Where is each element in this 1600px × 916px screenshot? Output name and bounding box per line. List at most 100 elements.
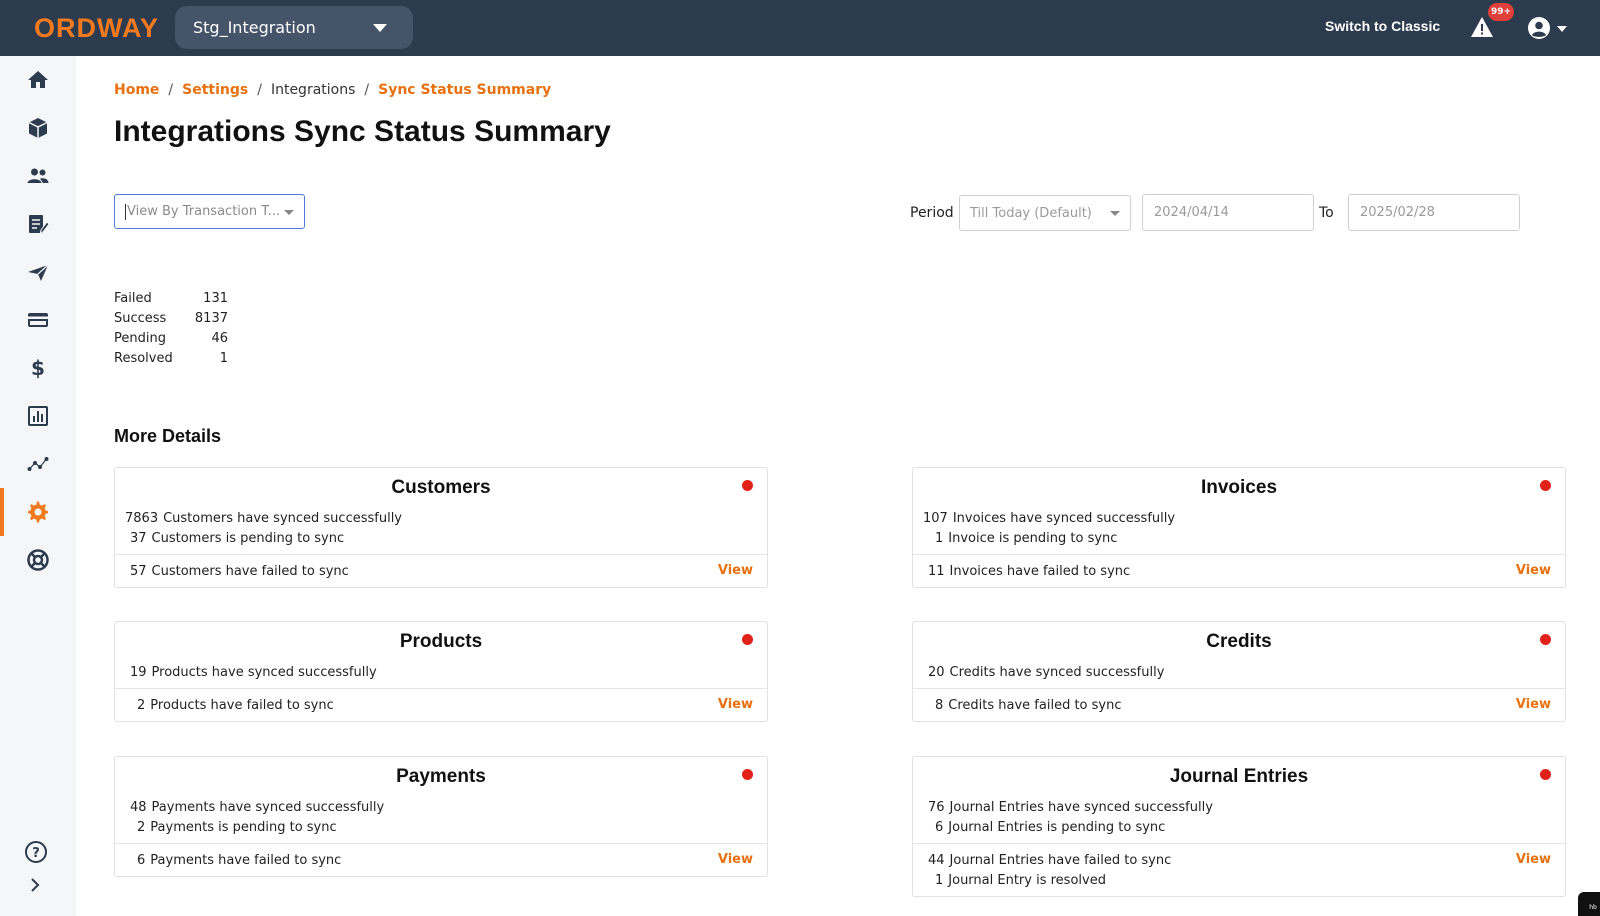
card-title: Payments [396, 766, 486, 787]
to-date-input[interactable] [1348, 194, 1520, 231]
breadcrumb: Home / Settings / Integrations / Sync St… [114, 82, 552, 98]
status-dot-icon [742, 480, 753, 491]
credit-card-icon [28, 313, 48, 327]
status-dot-icon [1540, 480, 1551, 491]
failed-row: 2 Products have failed to sync View [115, 688, 767, 721]
sidebar-item-home[interactable] [0, 56, 76, 104]
sidebar-item-customers[interactable] [0, 152, 76, 200]
card-title: Credits [1206, 631, 1272, 652]
card-customers: Customers 7863 Customers have synced succ… [114, 467, 768, 588]
view-credits-link[interactable]: View [1516, 697, 1551, 712]
chevron-down-icon [284, 210, 294, 215]
pending-line: 6 Journal Entries is pending to sync [935, 819, 1166, 835]
status-dot-icon [742, 634, 753, 645]
text-cursor [125, 203, 126, 220]
synced-line: 76 Journal Entries have synced successful… [928, 799, 1213, 815]
people-icon [27, 168, 49, 183]
breadcrumb-integrations: Integrations [270, 82, 356, 98]
view-payments-link[interactable]: View [718, 852, 753, 867]
card-title: Journal Entries [1169, 766, 1309, 787]
synced-line: 20 Credits have synced successfully [928, 664, 1165, 680]
failed-row: 6 Payments have failed to sync View [115, 843, 767, 876]
status-dot-icon [742, 769, 753, 780]
top-bar: ORDWAY Stg_Integration Switch to Classic… [0, 0, 1600, 56]
card-payments: Payments 48 Payments have synced successf… [114, 756, 768, 877]
stat-row-success: Success 8137 [114, 310, 228, 326]
page-title: Integrations Sync Status Summary [114, 115, 611, 148]
stat-row-resolved: Resolved 1 [114, 350, 228, 366]
from-date-input[interactable] [1142, 194, 1314, 231]
notification-badge: 99+ [1488, 3, 1515, 21]
failed-row: 57 Customers have failed to sync View [115, 554, 767, 587]
card-credits: Credits 20 Credits have synced successful… [912, 621, 1566, 722]
lifebuoy-icon [27, 549, 49, 571]
user-menu-chevron-icon[interactable] [1557, 26, 1567, 32]
sidebar-item-send[interactable] [0, 248, 76, 296]
view-invoices-link[interactable]: View [1516, 563, 1551, 578]
card-title: Customers [391, 477, 491, 498]
failed-row: 11 Invoices have failed to sync View [913, 554, 1565, 587]
send-icon [28, 264, 49, 281]
chevron-down-icon [1110, 211, 1120, 216]
failed-row: 8 Credits have failed to sync View [913, 688, 1565, 721]
period-label: Period [910, 205, 954, 221]
svg-text:?: ? [32, 846, 40, 861]
card-title: Invoices [1200, 477, 1278, 498]
synced-line: 107 Invoices have synced successfully [923, 510, 1176, 526]
card-title: Products [399, 631, 483, 652]
sidebar: $ ? [0, 56, 76, 916]
sidebar-item-revenue[interactable]: $ [0, 344, 76, 392]
resolved-line: 1 Journal Entry is resolved [935, 872, 1106, 888]
sidebar-item-billing[interactable] [0, 200, 76, 248]
question-circle-icon[interactable]: ? [24, 840, 48, 864]
warning-icon[interactable] [1470, 16, 1494, 38]
view-customers-link[interactable]: View [718, 563, 753, 578]
document-edit-icon [29, 215, 50, 234]
home-icon [28, 71, 48, 88]
stat-row-failed: Failed 131 [114, 290, 228, 306]
scatter-graph-icon [27, 457, 49, 471]
sidebar-item-settings[interactable] [0, 488, 76, 536]
chevron-right-icon[interactable] [28, 876, 42, 894]
chevron-down-icon [373, 24, 387, 32]
summary-stats: Failed 131 Success 8137 Pending 46 Resol… [114, 288, 228, 368]
user-avatar-icon[interactable] [1527, 16, 1551, 40]
card-products: Products 19 Products have synced successf… [114, 621, 768, 722]
pending-line: 1 Invoice is pending to sync [935, 530, 1118, 546]
switch-to-classic-link[interactable]: Switch to Classic [1325, 18, 1440, 34]
view-by-placeholder: View By Transaction T... [127, 204, 281, 219]
breadcrumb-settings[interactable]: Settings [182, 82, 248, 98]
environment-value: Stg_Integration [193, 18, 316, 37]
to-label: To [1319, 205, 1334, 221]
view-products-link[interactable]: View [718, 697, 753, 712]
stat-row-pending: Pending 46 [114, 330, 228, 346]
status-dot-icon [1540, 634, 1551, 645]
gear-icon [28, 501, 48, 523]
view-by-transaction-select[interactable]: View By Transaction T... [114, 194, 305, 229]
status-dot-icon [1540, 769, 1551, 780]
breadcrumb-home[interactable]: Home [114, 82, 159, 98]
help-widget-tab[interactable]: hb [1578, 892, 1600, 916]
card-journal-entries: Journal Entries 76 Journal Entries have s… [912, 756, 1566, 897]
period-value: Till Today (Default) [970, 205, 1092, 221]
sidebar-item-products[interactable] [0, 104, 76, 152]
pending-line: 2 Payments is pending to sync [137, 819, 337, 835]
sidebar-item-support[interactable] [0, 536, 76, 584]
sidebar-item-payments[interactable] [0, 296, 76, 344]
card-invoices: Invoices 107 Invoices have synced success… [912, 467, 1566, 588]
failed-row: 44 Journal Entries have failed to sync 1J… [913, 843, 1565, 896]
period-select[interactable]: Till Today (Default) [959, 195, 1131, 231]
ordway-logo[interactable]: ORDWAY [34, 13, 159, 44]
pending-line: 37 Customers is pending to sync [130, 530, 345, 546]
dollar-icon: $ [31, 356, 45, 380]
synced-line: 7863 Customers have synced successfully [125, 510, 402, 526]
sidebar-item-analytics[interactable] [0, 440, 76, 488]
environment-select[interactable]: Stg_Integration [175, 6, 413, 49]
view-journal-entries-link[interactable]: View [1516, 852, 1551, 867]
svg-text:$: $ [31, 356, 45, 380]
breadcrumb-current[interactable]: Sync Status Summary [378, 82, 551, 98]
bar-chart-icon [28, 406, 48, 426]
more-details-heading: More Details [114, 426, 222, 446]
synced-line: 19 Products have synced successfully [130, 664, 377, 680]
sidebar-item-reports[interactable] [0, 392, 76, 440]
